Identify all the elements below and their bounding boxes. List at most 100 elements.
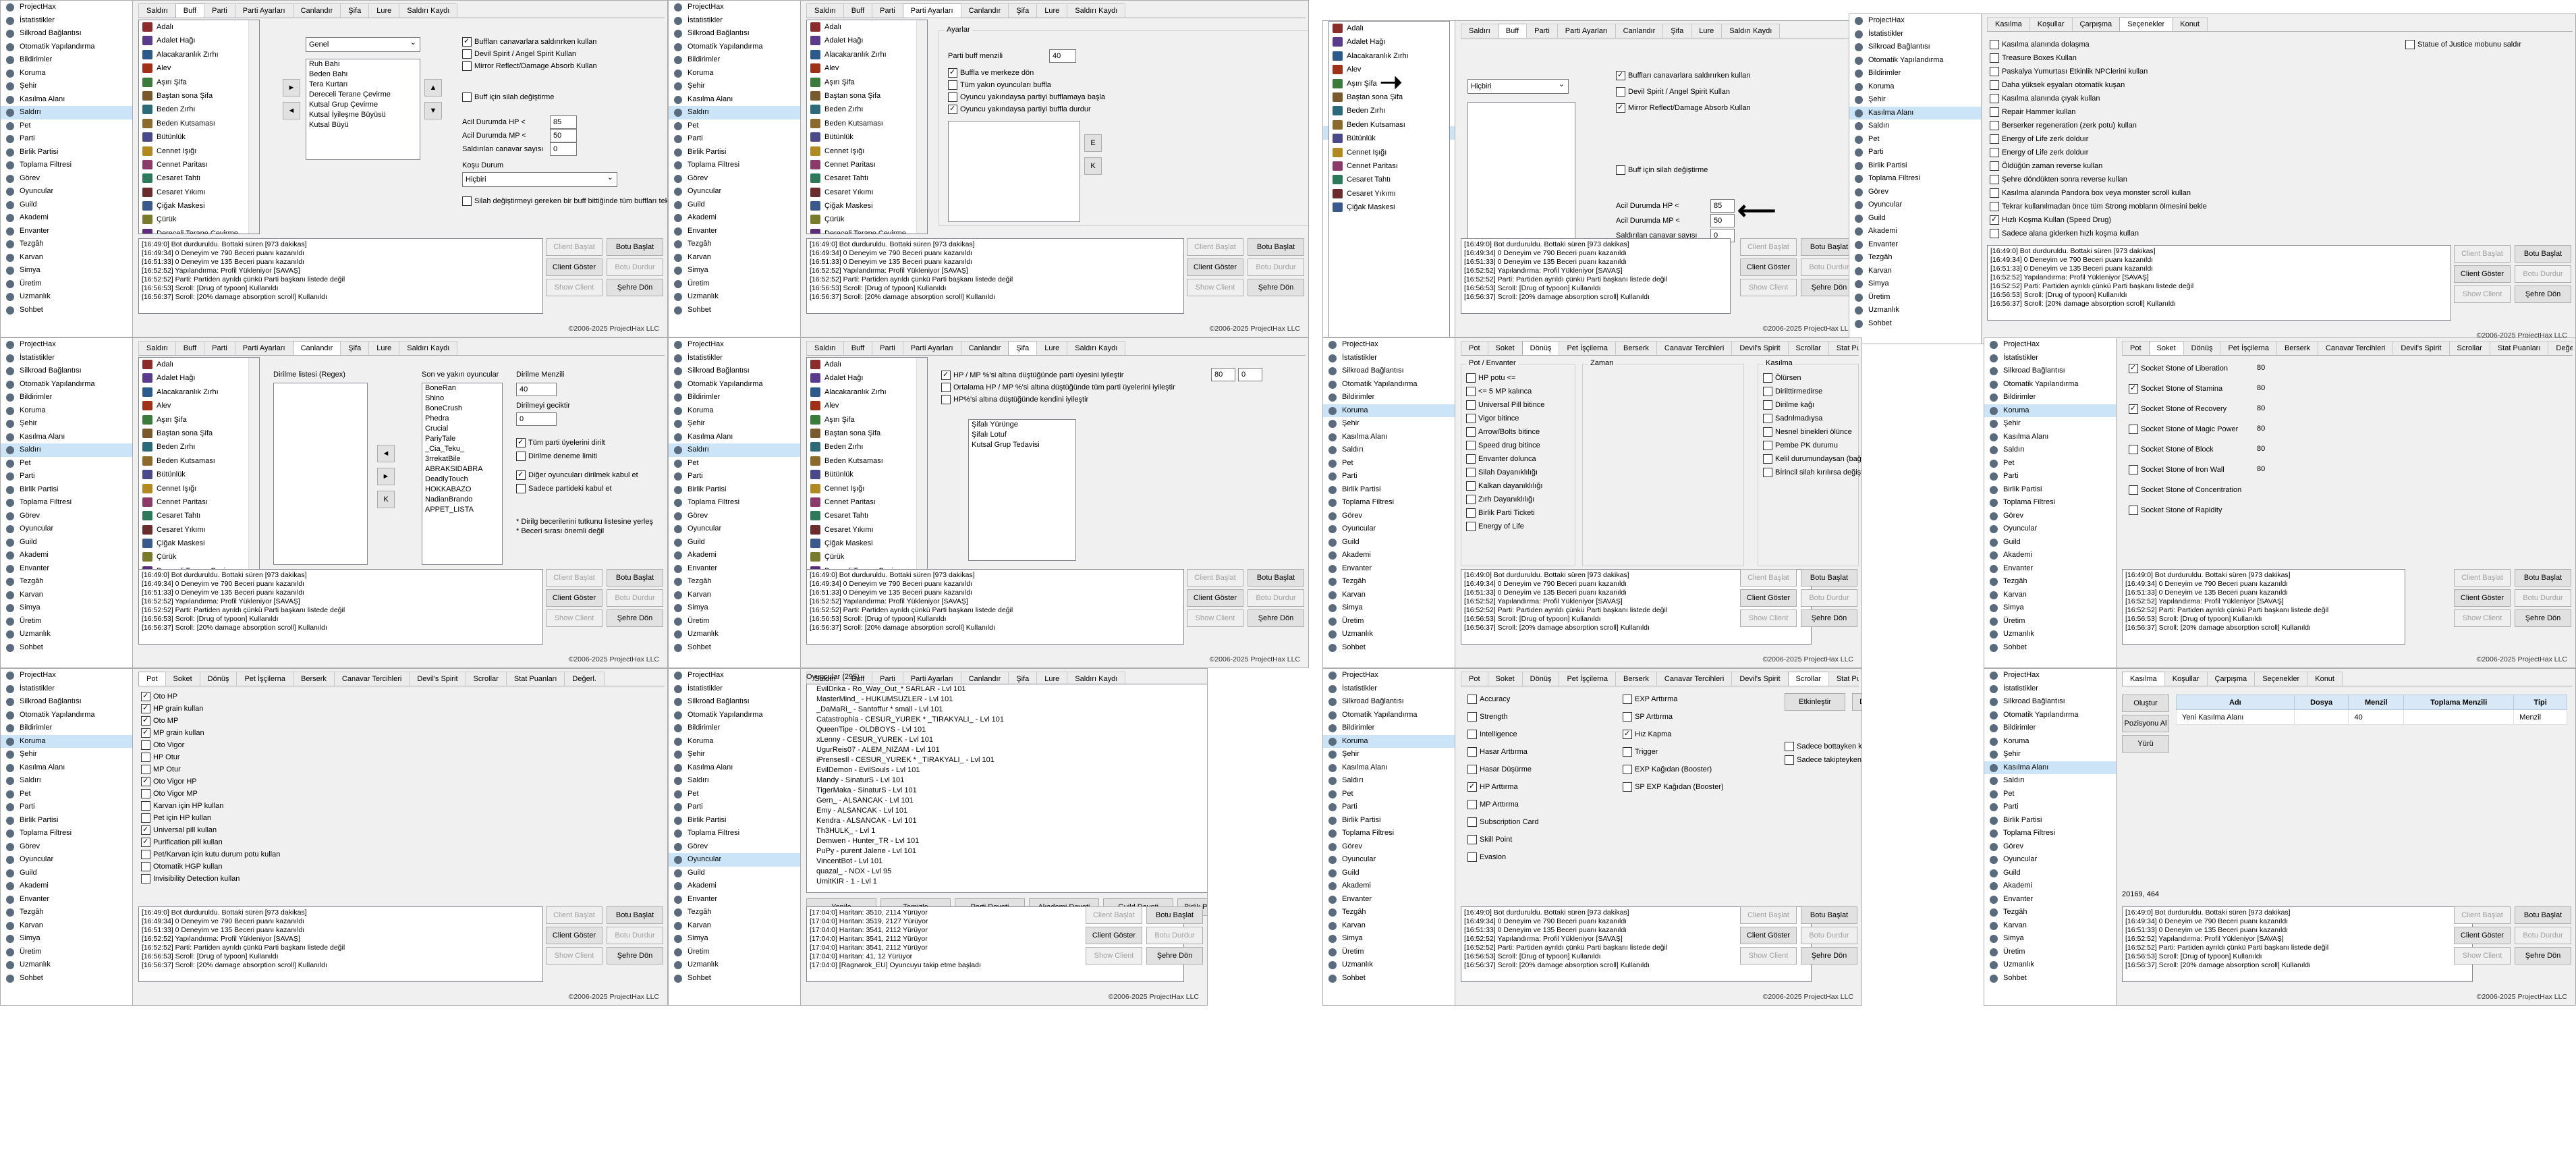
skill-item[interactable]: Baştan sona Şifa	[139, 89, 259, 103]
checkbox[interactable]: MP Otur	[141, 765, 181, 774]
tab[interactable]: Canavar Tercihleri	[333, 672, 410, 686]
tab[interactable]: Buff	[175, 341, 205, 355]
sidebar-item[interactable]: Otomatik Yapılandırma	[1323, 709, 1455, 722]
tab[interactable]: Soket	[1487, 672, 1523, 686]
sidebar-item[interactable]: Birlik Partisi	[1984, 814, 2116, 827]
sidebar-item[interactable]: Parti	[1984, 800, 2116, 814]
tab[interactable]: Buff	[843, 341, 873, 355]
checkbox[interactable]: HP / MP %'si altına düştüğünde parti üye…	[941, 370, 1123, 380]
sidebar-item[interactable]: Bildirimler	[1, 391, 132, 404]
sidebar-item[interactable]: Üretim	[1, 946, 132, 959]
sidebar-item[interactable]: Guild	[1, 198, 132, 212]
checkbox[interactable]: Socket Stone of Rapidity	[2129, 506, 2222, 515]
sidebar-item[interactable]: Oyuncular	[1984, 522, 2116, 536]
player-row[interactable]: quazal_ - NOX - Lvl 95	[807, 867, 1207, 877]
tab[interactable]: Çarpışma	[2071, 17, 2121, 31]
sidebar-item[interactable]: Bildirimler	[669, 391, 800, 404]
side-button[interactable]: ◄	[377, 445, 395, 462]
sidebar-item[interactable]: Toplama Filtresi	[1323, 827, 1455, 840]
tab[interactable]: Soket	[1487, 341, 1523, 355]
start_bot-button[interactable]: Botu Başlat	[2515, 906, 2571, 924]
scrollbar[interactable]	[248, 358, 259, 571]
sidebar-item[interactable]: Üretim	[1984, 615, 2116, 628]
checkbox[interactable]: Socket Stone of Iron Wall	[2129, 465, 2224, 474]
sidebar-item[interactable]: İstatistikler	[1, 682, 132, 696]
sidebar-item[interactable]: Otomatik Yapılandırma	[669, 709, 800, 722]
checkbox[interactable]: Silah değiştirmeyi gereken bir buff bitt…	[462, 196, 667, 206]
checkbox[interactable]: MP grain kullan	[141, 728, 204, 738]
checkbox[interactable]: Envanter dolunca	[1466, 454, 1536, 464]
sidebar-item[interactable]: Akademi	[1323, 879, 1455, 893]
mob-input[interactable]: 0	[550, 142, 577, 156]
player-row[interactable]: TigerMaka - SinaturS - Lvl 101	[807, 786, 1207, 796]
checkbox[interactable]: Subscription Card	[1467, 817, 1538, 827]
sidebar-item[interactable]: Koruma	[1984, 404, 2116, 417]
scrollbar[interactable]	[916, 358, 927, 571]
sidebar-item[interactable]: Şehir	[669, 417, 800, 431]
sidebar-item[interactable]: Kasılma Alanı	[1, 761, 132, 775]
sidebar-item[interactable]: Otomatik Yapılandırma	[1323, 378, 1455, 391]
skill-item[interactable]: Cennet Işığı	[1329, 146, 1449, 159]
tab[interactable]: Parti	[204, 341, 235, 355]
sidebar-item[interactable]: Parti	[1, 470, 132, 483]
tab[interactable]: Pot	[1461, 672, 1488, 686]
stop_bot-button[interactable]: Botu Durdur	[607, 589, 663, 607]
return-button[interactable]: Şehre Dön	[1248, 609, 1304, 627]
sidebar-item[interactable]: Saldırı	[669, 106, 800, 119]
show-button[interactable]: Show Client	[2454, 286, 2511, 303]
sidebar-item[interactable]: ProjectHax	[1, 669, 132, 682]
tab[interactable]: Saldırı	[138, 3, 176, 18]
checkbox[interactable]: Hasar Arttırma	[1467, 747, 1528, 757]
column-header[interactable]: Menzil	[2348, 695, 2405, 710]
sidebar-item[interactable]: Saldırı	[1984, 443, 2116, 457]
checkbox[interactable]: Oto HP	[141, 691, 177, 701]
skill-item[interactable]: Aşırı Şifa	[807, 76, 927, 89]
skill-item[interactable]: Alev	[139, 61, 259, 75]
checkbox[interactable]: Tüm parti üyelerini dirilt	[516, 437, 605, 447]
sidebar-item[interactable]: Guild	[1849, 212, 1981, 225]
buff-item[interactable]: Kutsal Grup Çevirme	[306, 100, 420, 110]
checkbox[interactable]: SP Arttırma	[1623, 712, 1673, 722]
skill-item[interactable]: Bütünlük	[807, 130, 927, 144]
skill-item[interactable]: Çürük	[807, 550, 927, 564]
sidebar-item[interactable]: Saldırı	[669, 774, 800, 788]
sidebar-item[interactable]: Sohbet	[1323, 641, 1455, 655]
skill-item[interactable]: Alacakaranlık Zırhı	[139, 48, 259, 61]
sidebar-item[interactable]: Bildirimler	[1, 53, 132, 67]
player-item[interactable]: Crucial	[422, 424, 502, 434]
sidebar-item[interactable]: Saldırı	[1323, 774, 1455, 788]
checkbox[interactable]: HP Arttırma	[1467, 782, 1518, 792]
sidebar-item[interactable]: Envanter	[1984, 562, 2116, 576]
sidebar-item[interactable]: Guild	[669, 536, 800, 549]
tab[interactable]: Parti	[872, 3, 903, 18]
sidebar-item[interactable]: Uzmanlık	[1, 290, 132, 304]
sidebar-item[interactable]: Guild	[1323, 867, 1455, 880]
skill-item[interactable]: Baştan sona Şifa	[807, 427, 927, 440]
sidebar-item[interactable]: Üretim	[669, 946, 800, 959]
show-button[interactable]: Show Client	[1187, 609, 1243, 627]
show_client-button[interactable]: Client Göster	[2454, 927, 2511, 944]
show_client-button[interactable]: Client Göster	[2454, 589, 2511, 607]
tab[interactable]: Scrollar	[1787, 341, 1829, 355]
sidebar-item[interactable]: İstatistikler	[1, 14, 132, 28]
table-row[interactable]: Yeni Kasılma Alanı 40 Menzil	[2176, 709, 2567, 725]
skill-item[interactable]: Adalı	[139, 20, 259, 34]
start_client-button[interactable]: Client Başlat	[2454, 906, 2511, 924]
sidebar-item[interactable]: Şehir	[669, 748, 800, 761]
sidebar-item[interactable]: Guild	[1984, 536, 2116, 549]
checkbox[interactable]: Accuracy	[1467, 695, 1510, 704]
player-row[interactable]: Th3HULK_ - Lvl 1	[807, 826, 1207, 836]
player-row[interactable]: EvilDrika - Ro_Way_Out_* SARLAR - Lvl 10…	[807, 684, 1207, 695]
sidebar-item[interactable]: Simya	[1984, 932, 2116, 946]
sidebar-item[interactable]: Guild	[669, 198, 800, 212]
stop_bot-button[interactable]: Botu Durdur	[607, 927, 663, 944]
sidebar-item[interactable]: Akademi	[1, 549, 132, 562]
sidebar-item[interactable]: Parti	[1323, 800, 1455, 814]
sidebar-item[interactable]: Otomatik Yapılandırma	[1, 709, 132, 722]
tab[interactable]: Canavar Tercihleri	[1656, 341, 1733, 355]
sidebar-item[interactable]: Tezgâh	[669, 238, 800, 251]
player-item[interactable]: DeadlyTouch	[422, 474, 502, 485]
sidebar-item[interactable]: ProjectHax	[1984, 669, 2116, 682]
show-button[interactable]: Show Client	[1187, 279, 1243, 296]
sidebar-item[interactable]: ProjectHax	[1323, 669, 1455, 682]
